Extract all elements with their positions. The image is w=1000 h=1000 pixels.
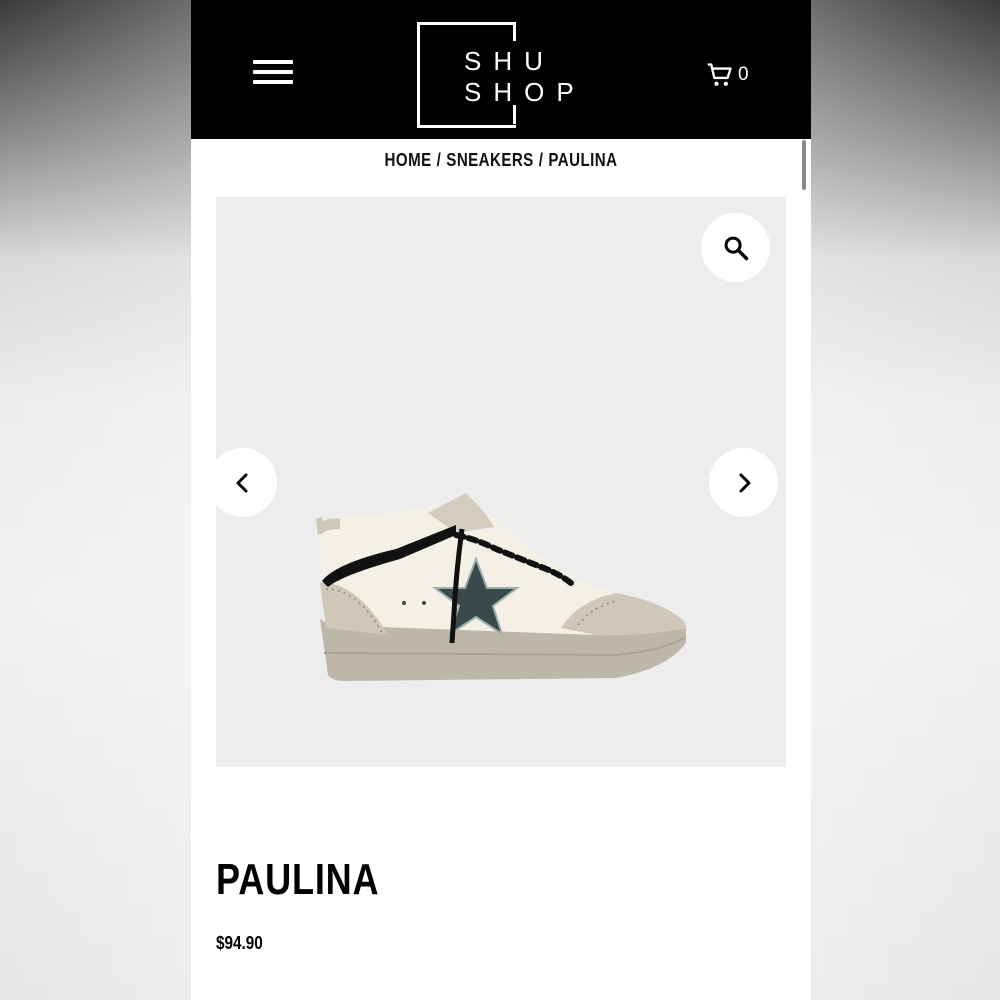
breadcrumb-current: PAULINA (548, 150, 618, 170)
cart-button[interactable]: 0 (706, 60, 749, 90)
zoom-button[interactable] (701, 213, 770, 282)
breadcrumb-separator: / (538, 150, 544, 170)
chevron-right-icon (739, 473, 750, 492)
breadcrumb-sneakers[interactable]: SNEAKERS (446, 150, 533, 170)
cart-count: 0 (738, 64, 749, 85)
mobile-page: SHU SHOP 0 HOME / SNEAKERS / PAULINA PAU… (191, 0, 811, 1000)
product-title: PAULINA (216, 855, 380, 904)
scrollbar-thumb[interactable] (802, 140, 806, 190)
product-price: $94.90 (216, 933, 263, 953)
breadcrumb-home[interactable]: HOME (385, 150, 432, 170)
breadcrumb: HOME / SNEAKERS / PAULINA (241, 150, 762, 171)
logo-text-line1: SHU (464, 46, 555, 76)
search-icon (724, 236, 748, 260)
chevron-left-icon (236, 473, 247, 492)
previous-image-button[interactable] (216, 448, 277, 517)
product-image-gallery[interactable] (216, 197, 786, 767)
backdrop-right (811, 0, 1000, 1000)
logo-text-line2: SHOP (464, 77, 586, 107)
hamburger-menu-icon[interactable] (253, 58, 293, 88)
shopping-cart-icon (707, 63, 732, 86)
site-header: SHU SHOP 0 (191, 0, 811, 139)
backdrop-left (0, 0, 191, 1000)
shu-shop-logo[interactable]: SHU SHOP (416, 21, 591, 128)
breadcrumb-separator: / (436, 150, 442, 170)
next-image-button[interactable] (709, 448, 778, 517)
product-image-sneaker (316, 493, 686, 681)
